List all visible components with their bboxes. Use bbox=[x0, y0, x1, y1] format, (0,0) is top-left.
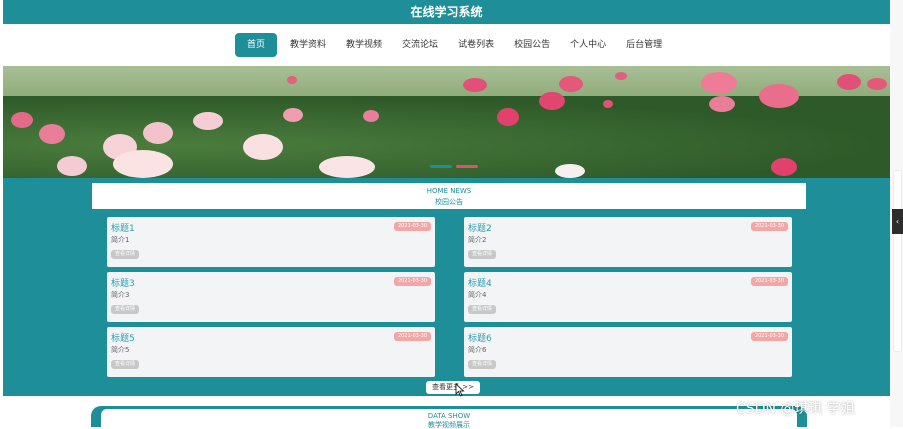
news-card-detail-button[interactable]: 查看详情 bbox=[468, 360, 497, 369]
news-card-desc: 简介5 bbox=[111, 346, 130, 354]
news-card-date: 2021-03-30 bbox=[750, 222, 788, 231]
news-card-title[interactable]: 标题1 bbox=[111, 221, 135, 234]
section-heading-cn: 教学视频展示 bbox=[428, 421, 470, 429]
news-card-title[interactable]: 标题2 bbox=[468, 221, 492, 234]
main-nav: 首页 教学资料 教学视频 交流论坛 试卷列表 校园公告 个人中心 后台管理 bbox=[3, 24, 890, 67]
nav-item-exams[interactable]: 试卷列表 bbox=[451, 33, 501, 57]
section-heading-en: HOME NEWS bbox=[426, 187, 472, 195]
news-card-detail-button[interactable]: 查看详情 bbox=[111, 360, 140, 369]
news-card[interactable]: 标题1 2021-03-30 简介1 查看详情 bbox=[107, 217, 435, 267]
section-heading-en: DATA SHOW bbox=[427, 412, 471, 420]
page: 在线学习系统 首页 教学资料 教学视频 交流论坛 试卷列表 校园公告 个人中心 … bbox=[3, 0, 890, 429]
banner-carousel[interactable] bbox=[3, 66, 890, 178]
news-card-date: 2021-03-30 bbox=[393, 222, 431, 231]
app-title-bar: 在线学习系统 bbox=[3, 0, 890, 24]
watermark: CSDN @琪琪 学姐 bbox=[736, 401, 855, 417]
news-card-desc: 简介6 bbox=[468, 346, 487, 354]
news-card-desc: 简介2 bbox=[468, 236, 487, 244]
news-card-date: 2021-03-30 bbox=[393, 277, 431, 286]
news-card-date: 2021-03-30 bbox=[750, 277, 788, 286]
news-card-desc: 简介3 bbox=[111, 291, 130, 299]
view-more-button[interactable]: 查看更多 >> bbox=[426, 381, 480, 394]
news-card-desc: 简介4 bbox=[468, 291, 487, 299]
chevron-left-icon[interactable]: ‹ bbox=[892, 209, 903, 234]
data-show-section: DATA SHOW 教学视频展示 bbox=[91, 406, 807, 429]
news-card[interactable]: 标题2 2021-03-30 简介2 查看详情 bbox=[464, 217, 792, 267]
news-card-title[interactable]: 标题6 bbox=[468, 331, 492, 344]
nav-item-profile[interactable]: 个人中心 bbox=[563, 33, 613, 57]
carousel-dot[interactable] bbox=[430, 165, 452, 168]
carousel-dot[interactable] bbox=[456, 165, 478, 168]
news-card-title[interactable]: 标题5 bbox=[111, 331, 135, 344]
news-card-date: 2021-03-30 bbox=[393, 332, 431, 341]
section-heading: HOME NEWS 校园公告 bbox=[92, 183, 806, 209]
news-card-title[interactable]: 标题3 bbox=[111, 276, 135, 289]
home-news-section: HOME NEWS 校园公告 标题1 2021-03-30 简介1 查看详情 标… bbox=[3, 178, 890, 396]
news-card-detail-button[interactable]: 查看详情 bbox=[111, 305, 140, 314]
news-card-detail-button[interactable]: 查看详情 bbox=[468, 305, 497, 314]
news-card[interactable]: 标题6 2021-03-30 简介6 查看详情 bbox=[464, 327, 792, 377]
news-card-detail-button[interactable]: 查看详情 bbox=[111, 250, 140, 259]
nav-item-materials[interactable]: 教学资料 bbox=[283, 33, 333, 57]
app-title: 在线学习系统 bbox=[410, 5, 483, 19]
section-heading-cn: 校园公告 bbox=[435, 198, 463, 206]
news-card-desc: 简介1 bbox=[111, 236, 130, 244]
nav-item-forum[interactable]: 交流论坛 bbox=[395, 33, 445, 57]
news-card-detail-button[interactable]: 查看详情 bbox=[468, 250, 497, 259]
news-card[interactable]: 标题5 2021-03-30 简介5 查看详情 bbox=[107, 327, 435, 377]
scrollbar-thumb[interactable] bbox=[893, 170, 902, 352]
news-card-title[interactable]: 标题4 bbox=[468, 276, 492, 289]
nav-item-home[interactable]: 首页 bbox=[235, 33, 278, 57]
news-card-date: 2021-03-30 bbox=[750, 332, 788, 341]
carousel-indicators[interactable] bbox=[430, 165, 478, 168]
section-heading: DATA SHOW 教学视频展示 bbox=[101, 409, 797, 429]
nav-item-admin[interactable]: 后台管理 bbox=[619, 33, 669, 57]
news-card[interactable]: 标题3 2021-03-30 简介3 查看详情 bbox=[107, 272, 435, 322]
news-card[interactable]: 标题4 2021-03-30 简介4 查看详情 bbox=[464, 272, 792, 322]
nav-item-videos[interactable]: 教学视频 bbox=[339, 33, 389, 57]
mouse-pointer-icon bbox=[455, 383, 465, 397]
nav-item-notices[interactable]: 校园公告 bbox=[507, 33, 557, 57]
